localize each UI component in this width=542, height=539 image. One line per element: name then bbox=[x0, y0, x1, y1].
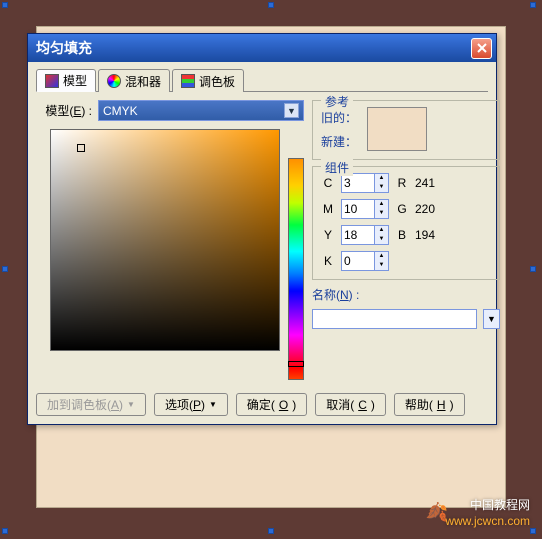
spinner-arrows[interactable]: ▲▼ bbox=[375, 251, 389, 271]
model-label: 模型(E) : bbox=[36, 102, 92, 119]
titlebar[interactable]: 均匀填充 bbox=[28, 34, 496, 62]
name-input[interactable] bbox=[312, 309, 477, 329]
k-input[interactable] bbox=[341, 251, 375, 271]
r-value: 241 bbox=[415, 176, 449, 190]
components-group: 组件 C ▲▼ R 241 M ▲▼ G 220 Y ▲▼ B 194 bbox=[312, 166, 500, 280]
spinner-arrows[interactable]: ▲▼ bbox=[375, 225, 389, 245]
old-label: 旧的： bbox=[321, 109, 361, 126]
name-label: 名称(N) : bbox=[312, 286, 359, 303]
b-label: B bbox=[395, 228, 409, 242]
color-cursor[interactable] bbox=[77, 144, 85, 152]
tab-label: 调色板 bbox=[199, 73, 235, 90]
help-button[interactable]: 帮助(H) bbox=[394, 393, 465, 416]
c-input[interactable] bbox=[341, 173, 375, 193]
m-spinner[interactable]: ▲▼ bbox=[341, 199, 389, 219]
chevron-down-icon: ▼ bbox=[284, 103, 299, 118]
close-icon bbox=[477, 43, 487, 53]
model-icon bbox=[45, 74, 59, 88]
selection-handle[interactable] bbox=[268, 528, 274, 534]
color-field[interactable] bbox=[50, 129, 280, 351]
selection-handle[interactable] bbox=[2, 2, 8, 8]
selection-handle[interactable] bbox=[2, 266, 8, 272]
chevron-down-icon: ▼ bbox=[127, 400, 135, 409]
tab-model[interactable]: 模型 bbox=[36, 69, 96, 92]
components-legend: 组件 bbox=[321, 159, 353, 176]
dialog-body: 模型 混和器 调色板 模型(E) : CMYK ▼ bbox=[28, 62, 496, 424]
selection-handle[interactable] bbox=[530, 2, 536, 8]
ok-button[interactable]: 确定(O) bbox=[236, 393, 307, 416]
c-spinner[interactable]: ▲▼ bbox=[341, 173, 389, 193]
y-spinner[interactable]: ▲▼ bbox=[341, 225, 389, 245]
k-label: K bbox=[321, 254, 335, 268]
c-label: C bbox=[321, 176, 335, 190]
r-label: R bbox=[395, 176, 409, 190]
tab-bar: 模型 混和器 调色板 bbox=[36, 68, 488, 92]
options-button[interactable]: 选项(P)▼ bbox=[154, 393, 228, 416]
watermark: 中国教程网 www.jcwcn.com bbox=[445, 497, 530, 529]
b-value: 194 bbox=[415, 228, 449, 242]
button-row: 加到调色板(A)▼ 选项(P)▼ 确定(O) 取消(C) 帮助(H) bbox=[36, 393, 488, 416]
g-label: G bbox=[395, 202, 409, 216]
model-row: 模型(E) : CMYK ▼ bbox=[36, 100, 304, 121]
tab-palette[interactable]: 调色板 bbox=[172, 69, 244, 92]
m-input[interactable] bbox=[341, 199, 375, 219]
spinner-arrows[interactable]: ▲▼ bbox=[375, 199, 389, 219]
selection-handle[interactable] bbox=[268, 2, 274, 8]
selection-handle[interactable] bbox=[530, 528, 536, 534]
g-value: 220 bbox=[415, 202, 449, 216]
hue-slider[interactable] bbox=[288, 158, 304, 380]
reference-legend: 参考 bbox=[321, 93, 353, 110]
mixer-icon bbox=[107, 74, 121, 88]
hue-cursor[interactable] bbox=[288, 361, 304, 367]
right-column: 参考 旧的： 新建： 组件 C ▲▼ R 241 M ▲ bbox=[312, 100, 500, 383]
dialog-title: 均匀填充 bbox=[36, 38, 471, 58]
k-spinner[interactable]: ▲▼ bbox=[341, 251, 389, 271]
uniform-fill-dialog: 均匀填充 模型 混和器 调色板 模型(E) : bbox=[27, 33, 497, 425]
add-to-palette-button[interactable]: 加到调色板(A)▼ bbox=[36, 393, 146, 416]
spinner-arrows[interactable]: ▲▼ bbox=[375, 173, 389, 193]
watermark-url: www.jcwcn.com bbox=[445, 513, 530, 529]
chevron-down-icon: ▼ bbox=[209, 400, 217, 409]
tab-label: 混和器 bbox=[125, 73, 161, 90]
y-label: Y bbox=[321, 228, 335, 242]
model-combo[interactable]: CMYK ▼ bbox=[98, 100, 304, 121]
main-area: 模型(E) : CMYK ▼ 参考 bbox=[36, 100, 488, 383]
watermark-text: 中国教程网 bbox=[445, 497, 530, 513]
tab-label: 模型 bbox=[63, 72, 87, 89]
close-button[interactable] bbox=[471, 38, 492, 59]
name-dropdown[interactable]: ▼ bbox=[483, 309, 500, 329]
reference-group: 参考 旧的： 新建： bbox=[312, 100, 500, 160]
cancel-button[interactable]: 取消(C) bbox=[315, 393, 386, 416]
y-input[interactable] bbox=[341, 225, 375, 245]
tab-mixer[interactable]: 混和器 bbox=[98, 69, 170, 92]
m-label: M bbox=[321, 202, 335, 216]
model-value: CMYK bbox=[103, 104, 138, 118]
new-label: 新建： bbox=[321, 133, 361, 150]
color-swatch bbox=[367, 107, 427, 151]
selection-handle[interactable] bbox=[2, 528, 8, 534]
left-column: 模型(E) : CMYK ▼ bbox=[36, 100, 304, 383]
selection-handle[interactable] bbox=[530, 266, 536, 272]
name-row: 名称(N) : bbox=[312, 286, 500, 303]
palette-icon bbox=[181, 74, 195, 88]
